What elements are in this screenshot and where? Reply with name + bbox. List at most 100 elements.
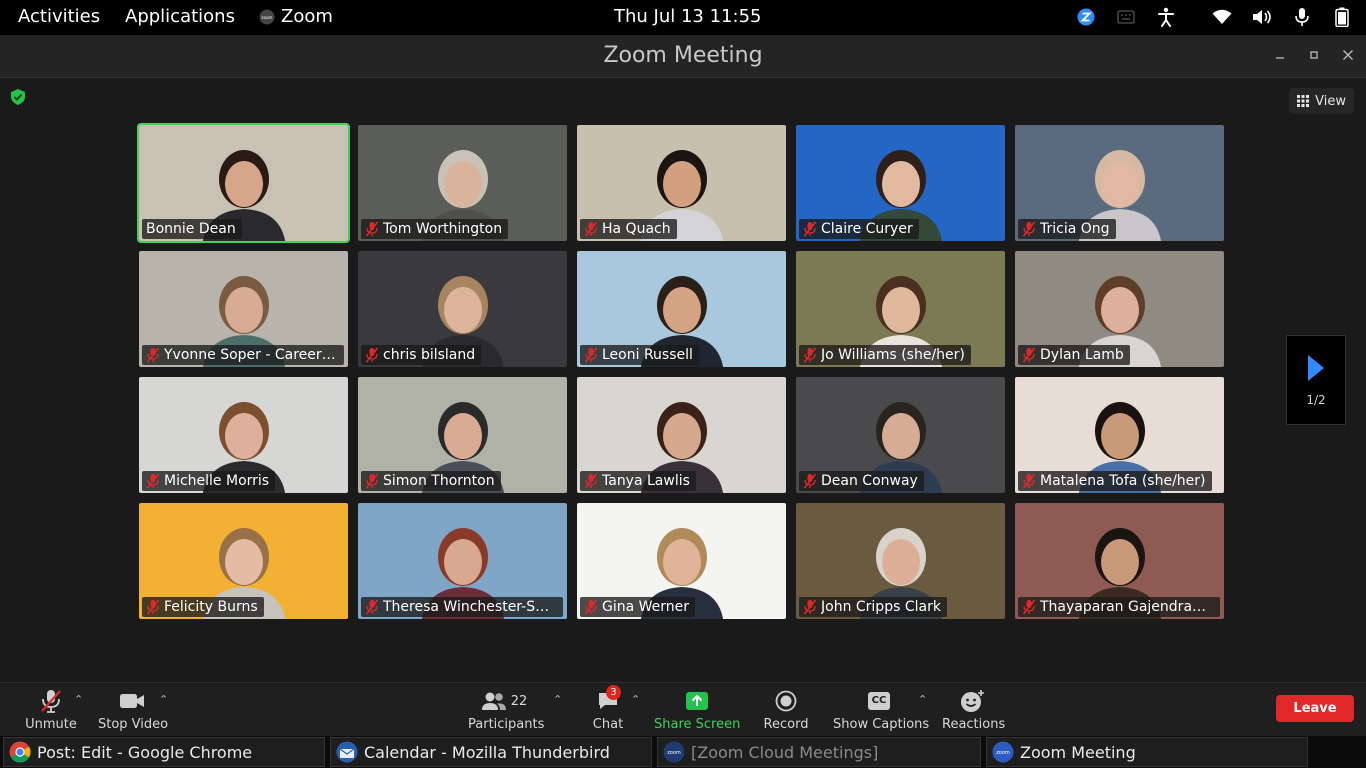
participants-count: 22 (510, 693, 528, 709)
security-shield-icon[interactable] (9, 88, 27, 106)
stop-video-label: Stop Video (98, 717, 169, 732)
participants-options-caret[interactable]: ⌃ (553, 693, 562, 706)
taskbar-item-thunderbird[interactable]: Calendar - Mozilla Thunderbird (330, 737, 652, 767)
view-button[interactable]: View (1289, 88, 1354, 114)
close-button[interactable] (1338, 45, 1358, 65)
microphone-muted-icon (584, 473, 598, 489)
video-tile[interactable]: chris bilsland (358, 251, 567, 367)
chat-unread-badge: 3 (606, 685, 621, 700)
share-screen-icon (686, 692, 708, 710)
video-tile[interactable]: Bonnie Dean (137, 123, 350, 243)
app-menu-zoom[interactable]: zoom Zoom (259, 6, 333, 27)
video-tile[interactable]: Thayaparan Gajendran ... (1015, 503, 1224, 619)
participant-name: John Cripps Clark (821, 599, 941, 615)
participant-name: Tom Worthington (383, 221, 503, 237)
record-label: Record (763, 717, 809, 732)
taskbar: Post: Edit - Google Chrome Calendar - Mo… (0, 736, 1366, 768)
video-tile[interactable]: Matalena Tofa (she/her) (1015, 377, 1224, 493)
participant-name-label: John Cripps Clark (799, 597, 947, 617)
participant-name: Leoni Russell (602, 347, 693, 363)
reactions-button[interactable]: Reactions (942, 687, 1006, 732)
taskbar-item-zoom-meeting[interactable]: zoom Zoom Meeting (986, 737, 1308, 767)
share-screen-button[interactable]: Share Screen (654, 687, 740, 732)
reactions-label: Reactions (942, 717, 1006, 732)
accessibility-icon[interactable] (1156, 6, 1176, 28)
video-tile[interactable]: Theresa Winchester-Se... (358, 503, 567, 619)
video-tile[interactable]: Tanya Lawlis (577, 377, 786, 493)
record-icon (775, 690, 797, 712)
show-captions-button[interactable]: CC Show Captions (833, 687, 929, 732)
record-button[interactable]: Record (761, 687, 811, 732)
chat-button[interactable]: 3 Chat (590, 685, 626, 732)
taskbar-item-zoom-cloud[interactable]: zoom [Zoom Cloud Meetings] (657, 737, 981, 767)
participants-icon (481, 692, 506, 710)
participant-name: Gina Werner (602, 599, 690, 615)
microphone-muted-icon (146, 347, 160, 363)
wifi-icon[interactable] (1212, 6, 1232, 28)
microphone-muted-icon (584, 347, 598, 363)
participant-name: Simon Thornton (383, 473, 495, 489)
participant-name-label: Tanya Lawlis (580, 471, 696, 491)
video-tile[interactable]: Jo Williams (she/her) (796, 251, 1005, 367)
reactions-smiley-icon (961, 690, 984, 712)
participant-name: Claire Curyer (821, 221, 913, 237)
unmute-label: Unmute (25, 717, 77, 732)
video-options-caret[interactable]: ⌃ (159, 693, 168, 706)
participant-name: Tanya Lawlis (602, 473, 690, 489)
applications-menu[interactable]: Applications (125, 6, 235, 27)
maximize-button[interactable] (1304, 45, 1324, 65)
video-tile[interactable]: Leoni Russell (577, 251, 786, 367)
participant-name-label: Yvonne Soper - Careers... (142, 345, 344, 365)
microphone-muted-icon (41, 690, 61, 713)
participant-name-label: Jo Williams (she/her) (799, 345, 971, 365)
video-tile[interactable]: Ha Quach (577, 125, 786, 241)
participant-name-label: chris bilsland (361, 345, 482, 365)
meeting-toolbar: Unmute ⌃ Stop Video ⌃ 22 Participants ⌃ … (0, 682, 1366, 736)
microphone-muted-icon (584, 599, 598, 615)
taskbar-item-chrome[interactable]: Post: Edit - Google Chrome (3, 737, 325, 767)
chrome-icon (9, 741, 31, 763)
battery-icon[interactable] (1332, 6, 1352, 28)
video-tile[interactable]: John Cripps Clark (796, 503, 1005, 619)
activities-button[interactable]: Activities (18, 6, 100, 27)
clock[interactable]: Thu Jul 13 11:55 (614, 6, 761, 27)
zoom-icon: zoom (259, 9, 275, 24)
video-tile[interactable]: Felicity Burns (139, 503, 348, 619)
zoom-tray-icon[interactable] (1076, 6, 1096, 28)
taskbar-item-label: Calendar - Mozilla Thunderbird (364, 742, 610, 762)
minimize-button[interactable] (1270, 45, 1290, 65)
microphone-muted-icon (803, 221, 817, 237)
participant-name-label: Matalena Tofa (she/her) (1018, 471, 1212, 491)
video-tile[interactable]: Yvonne Soper - Careers... (139, 251, 348, 367)
participant-name-label: Tom Worthington (361, 219, 509, 239)
video-tile[interactable]: Tricia Ong (1015, 125, 1224, 241)
app-name: Zoom (281, 6, 333, 27)
share-screen-label: Share Screen (654, 717, 741, 732)
video-tile[interactable]: Gina Werner (577, 503, 786, 619)
video-tile[interactable]: Claire Curyer (796, 125, 1005, 241)
chat-options-caret[interactable]: ⌃ (631, 693, 640, 706)
captions-icon: CC (867, 692, 891, 710)
video-camera-icon (120, 694, 144, 708)
video-tile[interactable]: Dean Conway (796, 377, 1005, 493)
volume-icon[interactable] (1252, 6, 1272, 28)
participant-name: Theresa Winchester-Se... (383, 599, 557, 615)
participant-name: Ha Quach (602, 221, 671, 237)
keyboard-tray-icon[interactable] (1116, 6, 1136, 28)
microphone-icon[interactable] (1292, 6, 1312, 28)
audio-options-caret[interactable]: ⌃ (74, 693, 83, 706)
captions-options-caret[interactable]: ⌃ (918, 693, 927, 706)
meeting-area: View Bonnie Dean Tom Worthington Ha Quach C… (0, 78, 1366, 682)
video-tile[interactable]: Tom Worthington (358, 125, 567, 241)
participants-button[interactable]: 22 Participants (468, 687, 544, 732)
stop-video-button[interactable]: Stop Video (98, 687, 169, 732)
video-tile[interactable]: Dylan Lamb (1015, 251, 1224, 367)
leave-button[interactable]: Leave (1276, 695, 1354, 722)
participant-name: Dean Conway (821, 473, 918, 489)
participant-name: Matalena Tofa (she/her) (1040, 473, 1206, 489)
taskbar-item-label: Post: Edit - Google Chrome (37, 742, 253, 762)
next-page-button[interactable]: 1/2 (1286, 335, 1346, 425)
video-tile[interactable]: Simon Thornton (358, 377, 567, 493)
unmute-button[interactable]: Unmute (22, 687, 80, 732)
video-tile[interactable]: Michelle Morris (139, 377, 348, 493)
